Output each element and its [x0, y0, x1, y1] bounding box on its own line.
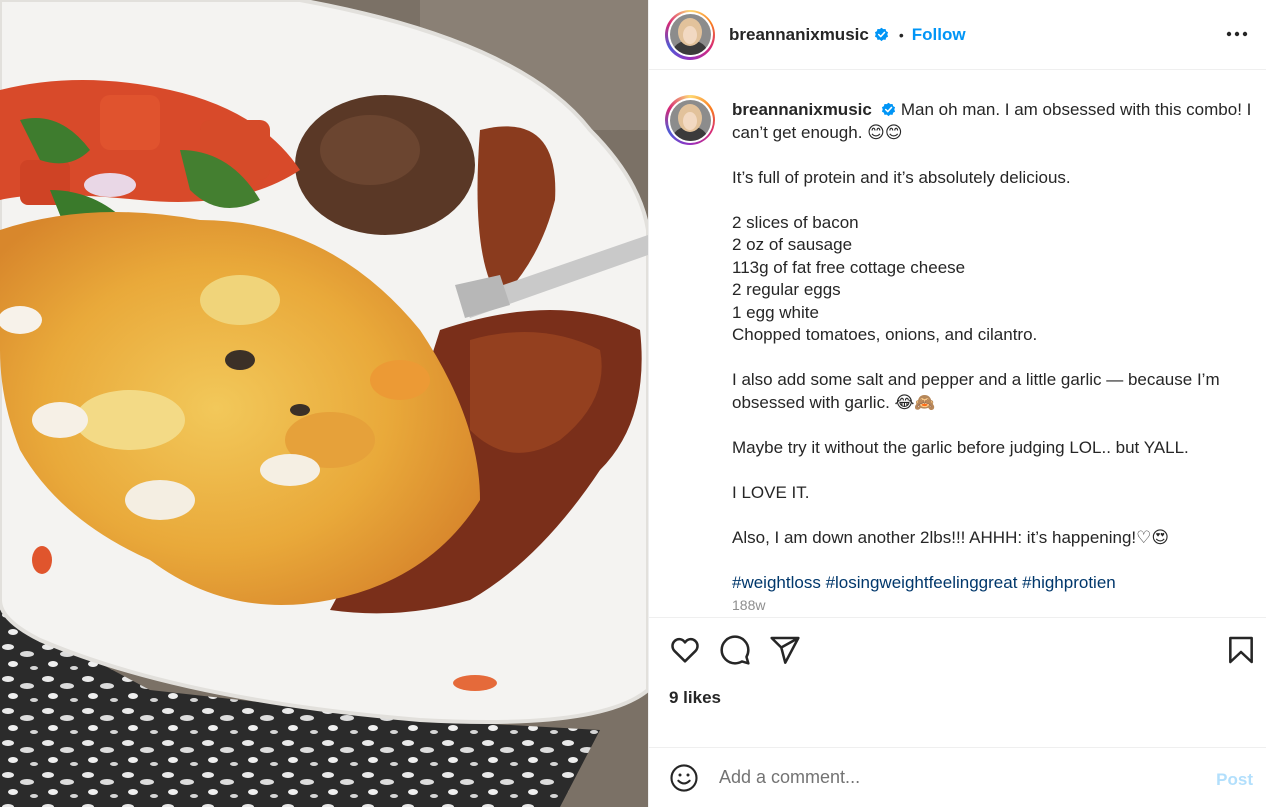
- caption-gap: [732, 414, 1257, 437]
- hashtag-link[interactable]: #weightloss: [732, 573, 821, 592]
- comment-box: Post: [649, 747, 1266, 807]
- action-bar: [649, 632, 1266, 672]
- comment-input[interactable]: [719, 767, 1199, 788]
- caption-gap: [732, 347, 1257, 370]
- more-options-button[interactable]: [1225, 22, 1249, 46]
- avatar[interactable]: [665, 9, 715, 60]
- caption-gap: [732, 144, 1257, 167]
- smiley-icon[interactable]: [669, 763, 699, 793]
- header-username[interactable]: breannanixmusic: [729, 25, 869, 45]
- caption-love: I LOVE IT.: [732, 482, 810, 502]
- bookmark-icon[interactable]: [1225, 634, 1257, 666]
- send-icon[interactable]: [769, 634, 801, 666]
- caption-text: breannanixmusic Man oh man. I am obsesse…: [732, 99, 1257, 617]
- post-comment-button[interactable]: Post: [1216, 770, 1253, 790]
- ingredient-item: 113g of fat free cottage cheese: [732, 257, 966, 277]
- post-timestamp[interactable]: 188w: [732, 594, 1257, 617]
- post-panel: breannanixmusic • Follow breannanixmusic…: [648, 0, 1266, 807]
- verified-badge-icon: [874, 27, 888, 42]
- caption-down: Also, I am down another 2lbs!!! AHHH: it…: [732, 527, 1170, 547]
- caption-avatar-border: [667, 97, 713, 143]
- caption-garlic: I also add some salt and pepper and a li…: [732, 370, 1220, 412]
- ingredient-item: 2 slices of bacon: [732, 212, 859, 232]
- hashtags: #weightloss #losingweightfeelinggreat #h…: [732, 572, 1257, 595]
- caption-avatar-image: [669, 99, 711, 141]
- post-photo[interactable]: [0, 0, 648, 807]
- avatar-border: [667, 12, 713, 57]
- caption-intro-line: breannanixmusic Man oh man. I am obsesse…: [732, 99, 1257, 144]
- caption-protein: It’s full of protein and it’s absolutely…: [732, 167, 1071, 187]
- ingredient-item: 2 oz of sausage: [732, 235, 853, 254]
- post-header: breannanixmusic • Follow: [649, 0, 1266, 70]
- header-user: breannanixmusic • Follow: [729, 25, 966, 45]
- caption-gap: [732, 189, 1257, 212]
- caption-username[interactable]: breannanixmusic: [732, 100, 872, 119]
- ingredient-item: 1 egg white: [732, 302, 819, 322]
- caption-gap: [732, 504, 1257, 527]
- food-bowl-image: [0, 0, 648, 807]
- ingredient-item: 2 regular eggs: [732, 280, 841, 299]
- caption-area[interactable]: breannanixmusic Man oh man. I am obsesse…: [649, 71, 1266, 618]
- caption-verified-badge-icon: [881, 102, 895, 117]
- caption-maybe: Maybe try it without the garlic before j…: [732, 437, 1189, 457]
- hashtag-link[interactable]: #losingweightfeelinggreat: [826, 573, 1018, 592]
- follow-button[interactable]: Follow: [912, 25, 966, 45]
- caption-avatar[interactable]: [665, 95, 715, 145]
- separator-dot: •: [898, 26, 904, 43]
- caption-gap: [732, 459, 1257, 482]
- ingredient-item: Chopped tomatoes, onions, and cilantro.: [732, 325, 1038, 344]
- caption-gap: [732, 549, 1257, 572]
- comment-icon[interactable]: [719, 634, 751, 666]
- more-horizontal-icon: [1226, 31, 1248, 37]
- avatar-image: [669, 14, 711, 55]
- hashtag-link[interactable]: #highprotien: [1022, 573, 1116, 592]
- likes-count[interactable]: 9 likes: [669, 688, 721, 708]
- heart-icon[interactable]: [669, 634, 701, 666]
